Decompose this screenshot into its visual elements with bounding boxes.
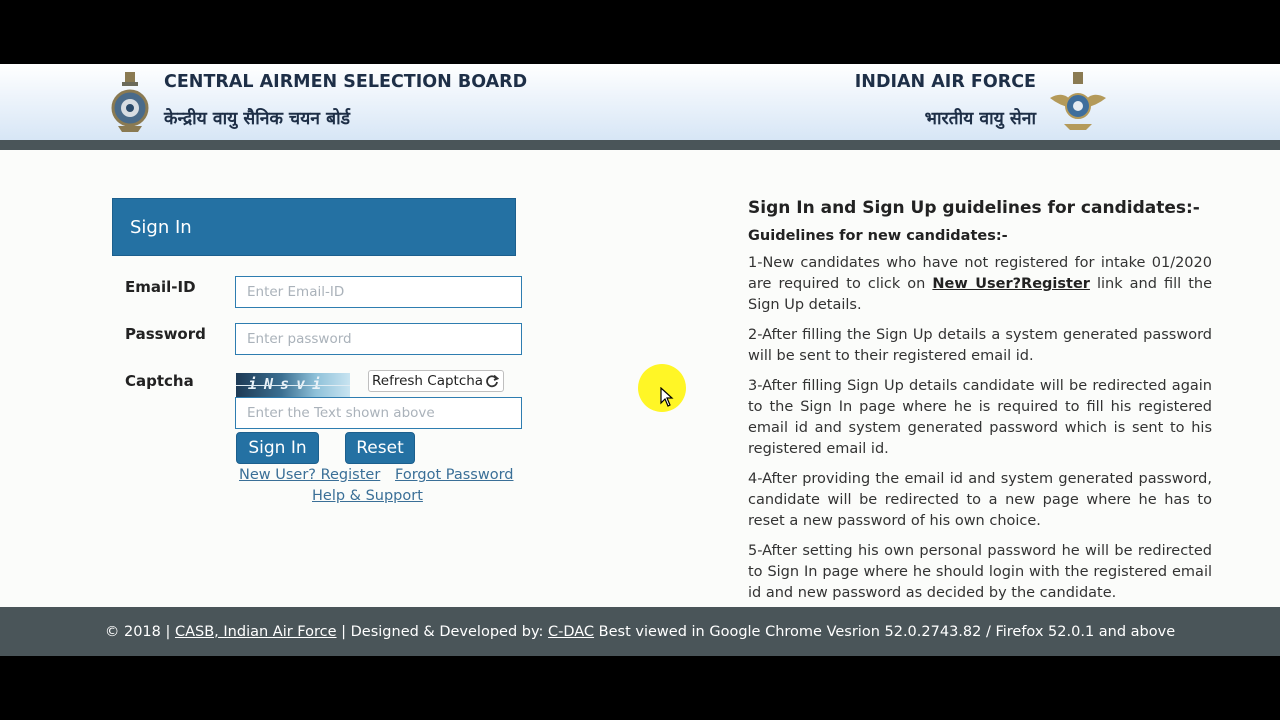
reset-button[interactable]: Reset (345, 432, 415, 464)
casb-emblem-icon (111, 72, 149, 132)
password-label: Password (125, 325, 206, 343)
guideline-item: 4-After providing the email id and syste… (748, 471, 1212, 529)
captcha-image: iNsvi (236, 373, 350, 397)
guideline-register-link[interactable]: New User?Register (932, 276, 1090, 292)
refresh-captcha-button[interactable]: Refresh Captcha (368, 370, 504, 392)
site-header: CENTRAL AIRMEN SELECTION BOARD केन्द्रीय… (0, 64, 1280, 140)
footer-best-viewed: Best viewed in Google Chrome Vesrion 52.… (598, 624, 1176, 640)
footer-copyright: © 2018 | (104, 624, 171, 640)
footer-cdac-link[interactable]: C-DAC (548, 624, 594, 640)
captcha-strike-line (236, 385, 350, 386)
iaf-emblem-icon (1050, 72, 1106, 130)
footer-casb-link[interactable]: CASB, Indian Air Force (175, 624, 337, 640)
signin-panel-heading: Sign In (112, 198, 516, 256)
captcha-label: Captcha (125, 372, 194, 390)
help-support-link[interactable]: Help & Support (312, 488, 423, 504)
captcha-input[interactable] (235, 397, 522, 429)
password-field[interactable] (235, 323, 522, 355)
signin-button[interactable]: Sign In (236, 432, 319, 464)
guideline-item: 5-After setting his own personal passwor… (748, 543, 1212, 601)
register-link[interactable]: New User? Register (239, 467, 380, 483)
force-title-english: INDIAN AIR FORCE (854, 72, 1036, 92)
footer-designed-by: | Designed & Developed by: (341, 624, 544, 640)
forgot-password-link[interactable]: Forgot Password (395, 467, 514, 483)
header-divider (0, 140, 1280, 150)
refresh-icon (486, 374, 499, 388)
guideline-item: 1-New candidates who have not registered… (748, 253, 1212, 316)
guidelines-subtitle: Guidelines for new candidates:- (748, 228, 1008, 244)
guideline-item: 2-After filling the Sign Up details a sy… (748, 327, 1212, 364)
guidelines-panel: Sign In and Sign Up guidelines for candi… (748, 198, 1212, 604)
guideline-item: 3-After filling Sign Up details candidat… (748, 378, 1212, 457)
email-label: Email-ID (125, 278, 196, 296)
captcha-text: iNsvi (248, 375, 329, 393)
force-title-hindi: भारतीय वायु सेना (924, 109, 1036, 129)
page-frame: CENTRAL AIRMEN SELECTION BOARD केन्द्रीय… (0, 64, 1280, 656)
email-field[interactable] (235, 276, 522, 308)
guidelines-title: Sign In and Sign Up guidelines for candi… (748, 198, 1200, 218)
mouse-cursor-icon (660, 387, 674, 407)
org-title-english: CENTRAL AIRMEN SELECTION BOARD (164, 72, 528, 92)
org-title-hindi: केन्द्रीय वायु सैनिक चयन बोर्ड (164, 109, 350, 129)
refresh-captcha-label: Refresh Captcha (372, 373, 484, 389)
site-footer: © 2018 | CASB, Indian Air Force | Design… (0, 607, 1280, 656)
